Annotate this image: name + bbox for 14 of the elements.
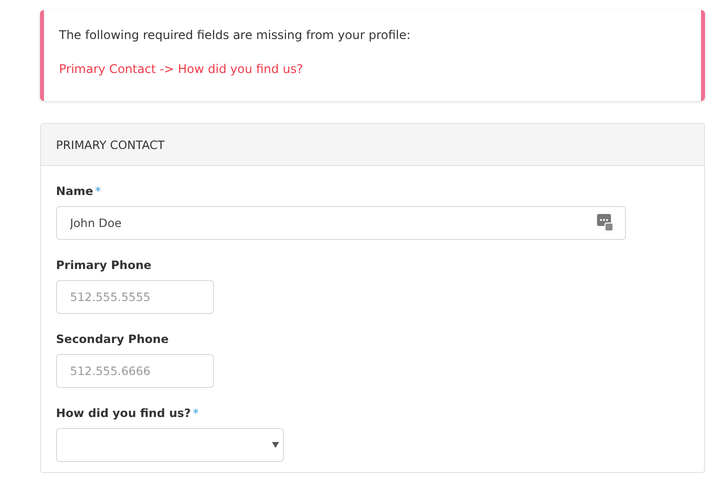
field-label: How did you find us? <box>56 406 191 420</box>
section-header: PRIMARY CONTACT <box>41 124 704 166</box>
field-label: Name <box>56 184 94 198</box>
field-label: Secondary Phone <box>56 332 169 346</box>
missing-field-text: Primary Contact -> How did you find us? <box>59 62 304 76</box>
input-field[interactable]: 512.555.6666 <box>56 354 214 388</box>
select-field[interactable] <box>56 428 284 462</box>
caret-icon <box>272 442 279 448</box>
alert-message: The following required fields are missing from your profile: <box>59 28 412 42</box>
required-mark: * <box>192 406 199 420</box>
input-field[interactable]: 512.555.5555 <box>56 280 214 314</box>
contact-card-icon[interactable] <box>597 214 614 231</box>
field-label: Primary Phone <box>56 258 152 272</box>
required-mark: * <box>95 184 101 198</box>
